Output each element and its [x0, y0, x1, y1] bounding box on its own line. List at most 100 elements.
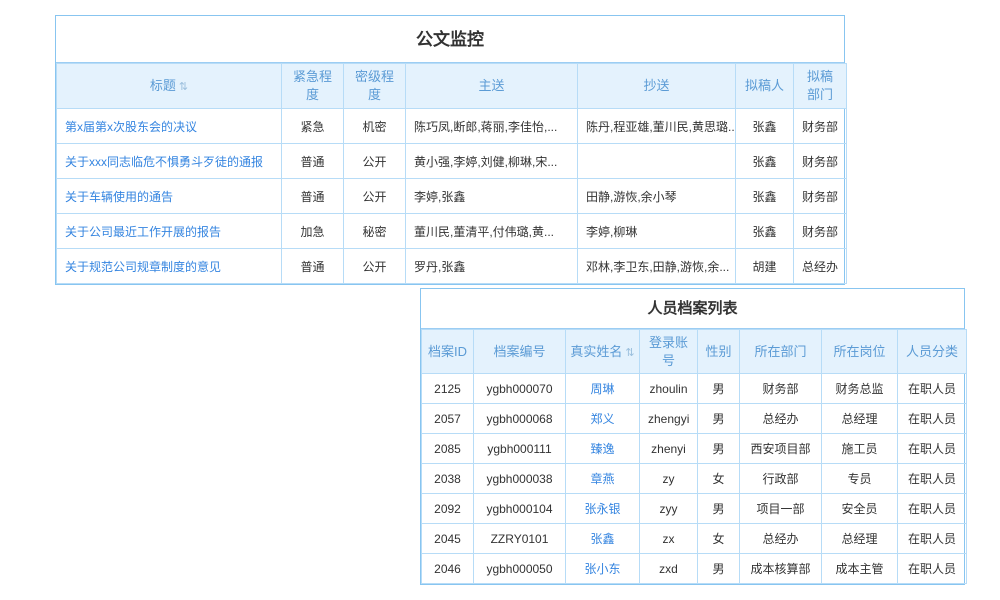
doc-col-cc-label: 抄送 — [643, 78, 669, 93]
doc-table-row-cell-dept: 财务部 — [794, 109, 847, 144]
doc-table-row-cell-title: 关于规范公司规章制度的意见 — [57, 249, 282, 284]
personnel-table-row-cell-post: 财务总监 — [822, 374, 898, 404]
doc-title-link[interactable]: 第x届第x次股东会的决议 — [65, 120, 197, 134]
person-name-link[interactable]: 张永银 — [584, 502, 620, 516]
doc-table-row-cell-secrecy: 机密 — [344, 109, 406, 144]
personnel-table-row-cell-account: zhengyi — [640, 404, 698, 434]
personnel-table-row-cell-dept: 财务部 — [740, 374, 822, 404]
doc-col-title[interactable]: 标题⇅ — [57, 64, 282, 109]
personnel-col-id-label: 档案ID — [428, 344, 467, 359]
personnel-table-row-cell-account: zhoulin — [640, 374, 698, 404]
personnel-table-row: 2092ygbh000104张永银zyy男项目一部安全员在职人员 — [422, 494, 967, 524]
personnel-table-row-cell-code: ZZRY0101 — [474, 524, 566, 554]
personnel-table-row-cell-category: 在职人员 — [898, 554, 967, 584]
personnel-table-row-cell-post: 总经理 — [822, 404, 898, 434]
doc-table-row-cell-cc: 邓林,李卫东,田静,游恢,余... — [578, 249, 736, 284]
doc-title-link[interactable]: 关于规范公司规章制度的意见 — [65, 260, 221, 274]
personnel-col-id: 档案ID — [422, 330, 474, 374]
personnel-table-row-cell-post: 成本主管 — [822, 554, 898, 584]
doc-col-main-send-label: 主送 — [478, 78, 504, 93]
personnel-table-row-cell-gender: 男 — [698, 404, 740, 434]
personnel-col-dept-label: 所在部门 — [754, 344, 806, 359]
doc-col-dept: 拟稿部门 — [794, 64, 847, 109]
personnel-table-head: 档案ID 档案编号 真实姓名⇅ 登录账号 性别 所在部门 所在岗位 人员分类 — [422, 330, 967, 374]
personnel-table-row-cell-gender: 女 — [698, 524, 740, 554]
personnel-table-row-cell-name: 张鑫 — [566, 524, 640, 554]
personnel-panel: 人员档案列表 档案ID 档案编号 真实姓名⇅ 登录账号 性别 所在部门 所在岗位… — [420, 288, 965, 585]
doc-table-row-cell-urgency: 普通 — [282, 144, 344, 179]
personnel-table-row: 2085ygbh000111臻逸zhenyi男西安项目部施工员在职人员 — [422, 434, 967, 464]
doc-table-row-cell-secrecy: 公开 — [344, 144, 406, 179]
personnel-col-name[interactable]: 真实姓名⇅ — [566, 330, 640, 374]
doc-table-row-cell-dept: 财务部 — [794, 144, 847, 179]
doc-table-row-cell-cc: 陈丹,程亚雄,董川民,黄思璐... — [578, 109, 736, 144]
personnel-table-row-cell-category: 在职人员 — [898, 494, 967, 524]
personnel-table-row-cell-category: 在职人员 — [898, 374, 967, 404]
doc-table-row-cell-dept: 总经办 — [794, 249, 847, 284]
personnel-table-row-cell-id: 2125 — [422, 374, 474, 404]
doc-monitor-panel: 公文监控 标题⇅ 紧急程度 密级程度 主送 抄送 拟稿人 拟稿部门 第x届第x次… — [55, 15, 845, 285]
personnel-table-row-cell-account: zxd — [640, 554, 698, 584]
person-name-link[interactable]: 张鑫 — [590, 532, 614, 546]
personnel-table-row-cell-id: 2092 — [422, 494, 474, 524]
doc-table-row-cell-drafter: 张鑫 — [736, 214, 794, 249]
doc-title-link[interactable]: 关于车辆使用的通告 — [65, 190, 173, 204]
person-name-link[interactable]: 郑义 — [590, 412, 614, 426]
person-name-link[interactable]: 张小东 — [584, 562, 620, 576]
personnel-table-row-cell-code: ygbh000038 — [474, 464, 566, 494]
sort-icon[interactable]: ⇅ — [625, 346, 634, 361]
personnel-col-account-label: 登录账号 — [649, 335, 688, 368]
personnel-table-row-cell-id: 2045 — [422, 524, 474, 554]
personnel-col-post: 所在岗位 — [822, 330, 898, 374]
doc-col-secrecy-label: 密级程度 — [355, 69, 394, 102]
personnel-table-row-cell-dept: 总经办 — [740, 404, 822, 434]
doc-col-drafter: 拟稿人 — [736, 64, 794, 109]
doc-col-title-label: 标题 — [150, 78, 176, 93]
person-name-link[interactable]: 章燕 — [590, 472, 614, 486]
doc-table-row-cell-secrecy: 秘密 — [344, 214, 406, 249]
doc-table-row-cell-title: 关于公司最近工作开展的报告 — [57, 214, 282, 249]
doc-table-row-cell-drafter: 张鑫 — [736, 144, 794, 179]
personnel-table-row-cell-post: 专员 — [822, 464, 898, 494]
personnel-table-row-cell-category: 在职人员 — [898, 524, 967, 554]
personnel-table-row-cell-code: ygbh000068 — [474, 404, 566, 434]
person-name-link[interactable]: 臻逸 — [590, 442, 614, 456]
doc-table-row-cell-cc: 李婷,柳琳 — [578, 214, 736, 249]
doc-col-drafter-label: 拟稿人 — [745, 78, 784, 93]
doc-table-header-row: 标题⇅ 紧急程度 密级程度 主送 抄送 拟稿人 拟稿部门 — [57, 64, 847, 109]
doc-table-row-cell-urgency: 普通 — [282, 249, 344, 284]
personnel-table-row-cell-dept: 总经办 — [740, 524, 822, 554]
personnel-table-body: 2125ygbh000070周琳zhoulin男财务部财务总监在职人员2057y… — [422, 374, 967, 584]
personnel-table-header-row: 档案ID 档案编号 真实姓名⇅ 登录账号 性别 所在部门 所在岗位 人员分类 — [422, 330, 967, 374]
doc-table-row-cell-dept: 财务部 — [794, 214, 847, 249]
personnel-col-gender-label: 性别 — [705, 344, 731, 359]
personnel-table-row-cell-id: 2046 — [422, 554, 474, 584]
personnel-table-row: 2045ZZRY0101张鑫zx女总经办总经理在职人员 — [422, 524, 967, 554]
doc-table-row-cell-drafter: 胡建 — [736, 249, 794, 284]
doc-title-link[interactable]: 关于xxx同志临危不惧勇斗歹徒的通报 — [65, 155, 263, 169]
personnel-col-dept: 所在部门 — [740, 330, 822, 374]
doc-table-row-cell-drafter: 张鑫 — [736, 179, 794, 214]
sort-icon[interactable]: ⇅ — [179, 80, 188, 95]
personnel-table-row-cell-gender: 男 — [698, 374, 740, 404]
personnel-table-row-cell-gender: 女 — [698, 464, 740, 494]
personnel-table-row-cell-account: zy — [640, 464, 698, 494]
doc-table-row: 关于车辆使用的通告普通公开李婷,张鑫田静,游恢,余小琴张鑫财务部 — [57, 179, 847, 214]
person-name-link[interactable]: 周琳 — [590, 382, 614, 396]
doc-table-row-cell-title: 关于xxx同志临危不惧勇斗歹徒的通报 — [57, 144, 282, 179]
doc-title-link[interactable]: 关于公司最近工作开展的报告 — [65, 225, 221, 239]
doc-table-body: 第x届第x次股东会的决议紧急机密陈巧凤,断郎,蒋丽,李佳怡,...陈丹,程亚雄,… — [57, 109, 847, 284]
doc-table-row-cell-secrecy: 公开 — [344, 249, 406, 284]
doc-table-row: 关于规范公司规章制度的意见普通公开罗丹,张鑫邓林,李卫东,田静,游恢,余...胡… — [57, 249, 847, 284]
personnel-table-row-cell-gender: 男 — [698, 554, 740, 584]
personnel-table-row-cell-name: 周琳 — [566, 374, 640, 404]
personnel-table-row-cell-code: ygbh000104 — [474, 494, 566, 524]
doc-col-secrecy: 密级程度 — [344, 64, 406, 109]
personnel-table-row-cell-name: 章燕 — [566, 464, 640, 494]
personnel-table-row-cell-category: 在职人员 — [898, 434, 967, 464]
doc-table-row-cell-secrecy: 公开 — [344, 179, 406, 214]
personnel-table-row-cell-code: ygbh000050 — [474, 554, 566, 584]
personnel-col-post-label: 所在岗位 — [833, 344, 885, 359]
doc-table-row: 关于xxx同志临危不惧勇斗歹徒的通报普通公开黄小强,李婷,刘健,柳琳,宋...张… — [57, 144, 847, 179]
personnel-table-row-cell-name: 张小东 — [566, 554, 640, 584]
